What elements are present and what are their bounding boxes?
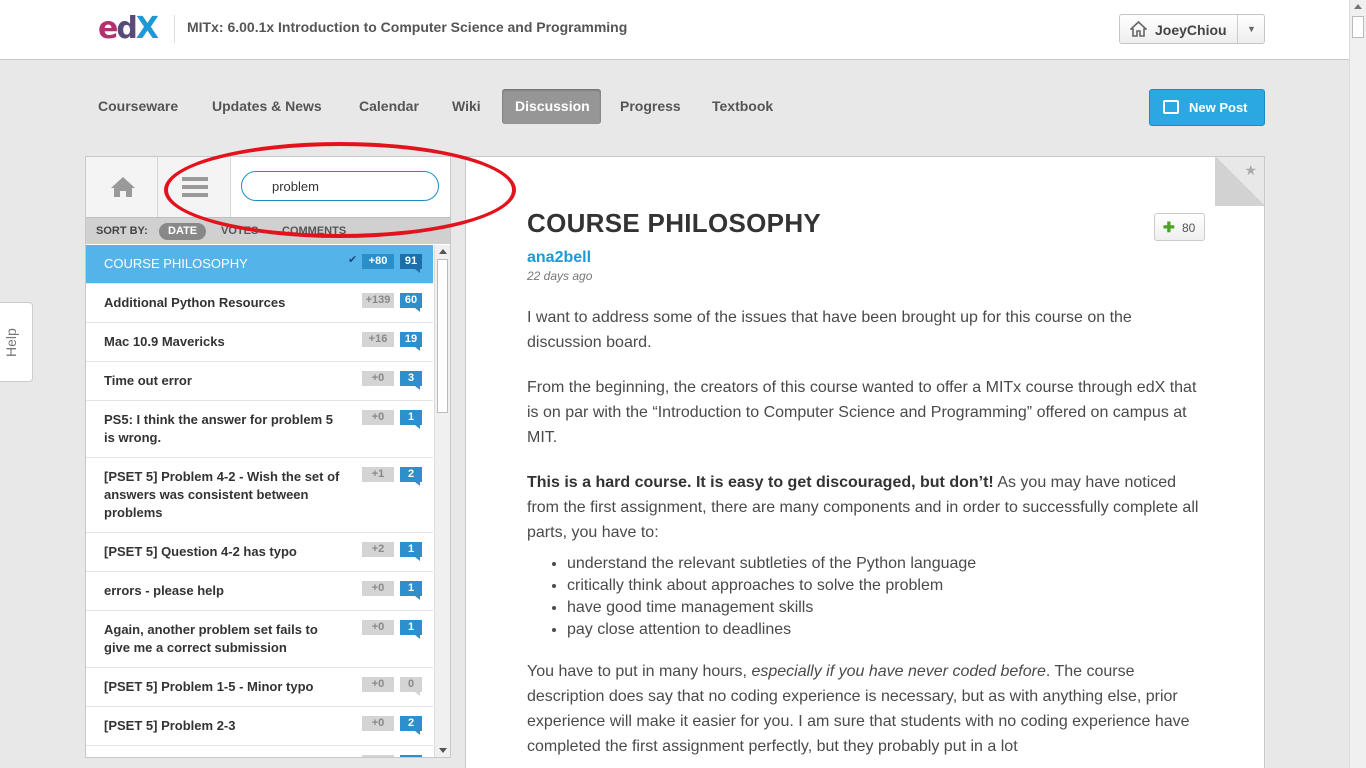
list-item[interactable]: [PSET 5] Problem 2-3 +0 2 — [86, 707, 433, 746]
star-icon[interactable]: ★ — [1244, 162, 1257, 179]
tab-calendar[interactable]: Calendar — [346, 89, 432, 124]
scroll-down-icon[interactable] — [439, 748, 447, 753]
vote-count: 80 — [1182, 221, 1196, 235]
sort-comments-option[interactable]: COMMENTS — [273, 223, 355, 240]
post-body: I want to address some of the issues tha… — [527, 305, 1207, 768]
sort-date-option[interactable]: DATE — [159, 223, 207, 240]
author-link[interactable]: ana2bell — [527, 249, 591, 267]
comment-count-badge: 1 — [400, 620, 422, 639]
vote-count-badge: +0 — [362, 677, 394, 692]
edx-logo[interactable]: edX — [98, 12, 160, 46]
vote-count-badge: +0 — [362, 371, 394, 386]
post-list-scrollbar[interactable] — [434, 245, 450, 757]
scrollbar-thumb[interactable] — [1352, 16, 1364, 38]
scroll-up-icon[interactable] — [439, 249, 447, 254]
list-item[interactable]: Again, another problem set fails to give… — [86, 611, 433, 668]
course-title: MITx: 6.00.1x Introduction to Computer S… — [187, 19, 628, 35]
list-item[interactable]: PS5: I think the answer for problem 5 is… — [86, 401, 433, 458]
vote-button[interactable]: ✚ 80 — [1154, 213, 1205, 241]
comment-count-badge: 3 — [400, 371, 422, 390]
vote-count-badge: +2 — [362, 542, 394, 557]
paragraph: I want to address some of the issues tha… — [527, 309, 1132, 351]
topics-menu-button[interactable] — [158, 157, 231, 217]
list-item: pay close attention to deadlines — [567, 619, 1207, 641]
list-item[interactable]: Time out error +0 3 — [86, 362, 433, 401]
tab-discussion[interactable]: Discussion — [502, 89, 601, 124]
vote-count-badge: +0 — [362, 410, 394, 425]
italic-text: especially if you have never coded befor… — [751, 663, 1046, 680]
list-item[interactable]: COURSE PHILOSOPHY ✔ +80 91 — [86, 245, 433, 284]
vote-count-badge: +0 — [362, 620, 394, 635]
user-menu-button[interactable]: JoeyChiou ▼ — [1119, 14, 1265, 44]
list-item: have good time management skills — [567, 597, 1207, 619]
username: JoeyChiou — [1155, 22, 1227, 38]
post-list: COURSE PHILOSOPHY ✔ +80 91 Additional Py… — [86, 245, 433, 757]
tab-wiki[interactable]: Wiki — [439, 89, 494, 124]
comment-count-badge: 1 — [400, 542, 422, 561]
paragraph: This is a hard course. It is easy to get… — [527, 474, 1199, 541]
scrollbar-thumb[interactable] — [437, 259, 448, 413]
list-item[interactable]: errors - please help +0 1 — [86, 572, 433, 611]
comment-count-badge: 60 — [400, 293, 422, 312]
home-icon — [1130, 21, 1147, 37]
sort-votes-option[interactable]: VOTES — [212, 223, 267, 240]
comment-count-badge: 0 — [400, 677, 422, 696]
list-item: critically think about approaches to sol… — [567, 575, 1207, 597]
post-detail: ★ COURSE PHILOSOPHY ✚ 80 ana2bell 22 day… — [465, 156, 1265, 768]
discussion-home-button[interactable] — [86, 157, 158, 217]
comment-count-badge: 1 — [400, 581, 422, 600]
vote-count-badge: +139 — [362, 293, 394, 308]
scroll-up-icon[interactable] — [1354, 4, 1362, 9]
help-tab[interactable]: Help — [0, 302, 33, 382]
list-item[interactable]: Additional Python Resources +139 60 — [86, 284, 433, 323]
list-item[interactable]: [PSET 5] Problem 4-2 - Wish the set of a… — [86, 458, 433, 533]
page-scrollbar[interactable] — [1349, 0, 1366, 768]
comment-count-badge: 2 — [400, 716, 422, 735]
discussion-sidebar: SORT BY: DATE VOTES COMMENTS COURSE PHIL… — [85, 156, 451, 758]
vote-count-badge: +1 — [362, 467, 394, 482]
comment-count-badge: 1 — [400, 410, 422, 429]
vote-count-badge: +0 — [362, 581, 394, 596]
edit-icon — [1163, 100, 1179, 114]
plus-icon: ✚ — [1163, 219, 1175, 235]
search-input[interactable] — [241, 171, 439, 201]
chevron-down-icon[interactable]: ▼ — [1237, 15, 1265, 43]
header-divider — [174, 15, 175, 43]
sort-label: SORT BY: — [96, 225, 148, 237]
home-icon — [111, 177, 135, 197]
vote-count-badge: +16 — [362, 332, 394, 347]
post-age: 22 days ago — [527, 269, 593, 283]
paragraph: You have to put in many hours, especiall… — [527, 663, 1190, 755]
vote-count-badge: +0 — [362, 716, 394, 731]
bullet-list: understand the relevant subtleties of th… — [567, 553, 1207, 641]
list-item[interactable]: Mac 10.9 Mavericks +16 19 — [86, 323, 433, 362]
list-item: understand the relevant subtleties of th… — [567, 553, 1207, 575]
comment-count-badge: 19 — [400, 332, 422, 351]
tab-courseware[interactable]: Courseware — [85, 89, 191, 124]
list-item[interactable]: [PSET 5] Problem 1-5 - Minor typo +0 0 — [86, 668, 433, 707]
tab-progress[interactable]: Progress — [607, 89, 694, 124]
follow-corner[interactable]: ★ — [1215, 157, 1264, 206]
bold-text: This is a hard course. It is easy to get… — [527, 474, 994, 491]
vote-count-badge: +0 — [362, 755, 394, 757]
list-item[interactable]: can't update total score +0 5 — [86, 746, 433, 757]
new-post-button[interactable]: New Post — [1149, 89, 1265, 126]
tab-textbook[interactable]: Textbook — [699, 89, 786, 124]
paragraph: From the beginning, the creators of this… — [527, 379, 1197, 446]
comment-count-badge: 91 — [400, 254, 422, 273]
post-title: COURSE PHILOSOPHY — [527, 208, 822, 238]
tab-updates-news[interactable]: Updates & News — [199, 89, 335, 124]
vote-count-badge: +80 — [362, 254, 394, 269]
comment-count-badge: 5 — [400, 755, 422, 757]
list-item[interactable]: [PSET 5] Question 4-2 has typo +2 1 — [86, 533, 433, 572]
check-icon: ✔ — [348, 254, 358, 266]
sort-bar: SORT BY: DATE VOTES COMMENTS — [86, 217, 450, 244]
comment-count-badge: 2 — [400, 467, 422, 486]
top-header: edX MITx: 6.00.1x Introduction to Comput… — [0, 0, 1349, 60]
